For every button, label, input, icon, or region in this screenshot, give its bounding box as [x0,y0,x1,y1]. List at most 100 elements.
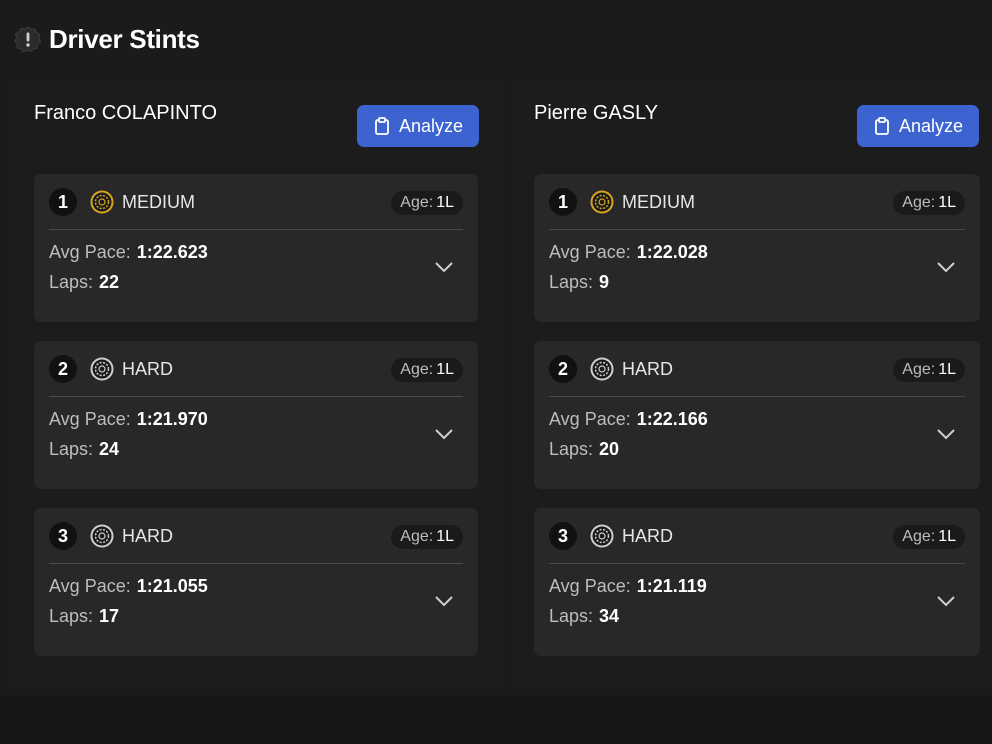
page-title: Driver Stints [49,23,200,54]
chevron-down-icon[interactable] [936,427,956,441]
stint-card: 1 MEDIUM Age: 1L Avg Pace: 1:22.623 Laps:… [34,174,478,322]
age-value: 1L [938,361,956,378]
stint-number-badge: 2 [549,355,577,383]
driver-panel-colapinto: Franco COLAPINTO Analyze 1 MEDIUM Age: 1… [14,86,500,688]
analyze-button[interactable]: Analyze [857,105,979,147]
avg-pace-label: Avg Pace: [549,576,631,596]
avg-pace-label: Avg Pace: [49,242,131,262]
avg-pace-label: Avg Pace: [549,409,631,429]
laps-label: Laps: [49,272,94,292]
stint-number-badge: 3 [49,522,77,550]
analyze-label: Analyze [898,115,964,136]
laps-label: Laps: [49,439,94,459]
avg-pace-value: 1:21.055 [136,576,208,596]
laps-value: 17 [99,606,120,626]
tyre-age-badge: Age: 1L [391,525,463,549]
hard-tyre-icon [90,357,114,381]
age-label: Age: [400,528,434,545]
tyre-age-badge: Age: 1L [893,358,965,382]
medium-tyre-icon [90,190,114,214]
clipboard-icon [875,117,889,135]
driver-stints-page: Driver Stints Franco COLAPINTO Analyze 1… [0,0,992,744]
avg-pace-label: Avg Pace: [549,242,631,262]
avg-pace-row: Avg Pace: 1:21.055 [49,576,208,597]
avg-pace-label: Avg Pace: [49,576,131,596]
avg-pace-value: 1:22.028 [636,242,708,262]
age-label: Age: [400,194,434,211]
hard-tyre-icon [590,357,614,381]
laps-label: Laps: [549,272,594,292]
stint-card: 3 HARD Age: 1L Avg Pace: 1:21.055 Laps: 17 [34,508,478,656]
alert-badge-icon [14,26,42,53]
tyre-compound: HARD [122,526,174,546]
avg-pace-value: 1:21.119 [636,576,707,596]
laps-label: Laps: [49,606,94,626]
laps-row: Laps: 20 [549,439,619,460]
laps-label: Laps: [549,439,594,459]
age-label: Age: [902,361,936,378]
hard-tyre-icon [90,524,114,548]
stint-header: 3 HARD Age: 1L [549,522,965,564]
age-value: 1L [436,194,454,211]
driver-name: Pierre GASLY [534,102,659,124]
stint-number-badge: 3 [549,522,577,550]
tyre-age-badge: Age: 1L [893,525,965,549]
tyre-compound: MEDIUM [622,192,695,212]
tyre-age-badge: Age: 1L [391,191,463,215]
stint-card: 3 HARD Age: 1L Avg Pace: 1:21.119 Laps: 34 [534,508,980,656]
age-value: 1L [938,194,956,211]
chevron-down-icon[interactable] [936,260,956,274]
chevron-down-icon[interactable] [936,594,956,608]
laps-value: 9 [599,272,610,292]
tyre-compound: HARD [622,359,674,379]
avg-pace-row: Avg Pace: 1:22.166 [549,409,708,430]
avg-pace-value: 1:22.166 [636,409,708,429]
stint-card: 2 HARD Age: 1L Avg Pace: 1:22.166 Laps: 20 [534,341,980,489]
tyre-age-badge: Age: 1L [893,191,965,215]
laps-row: Laps: 24 [49,439,119,460]
laps-value: 24 [99,439,120,459]
chevron-down-icon[interactable] [434,427,454,441]
medium-tyre-icon [590,190,614,214]
laps-row: Laps: 9 [549,272,609,293]
stint-header: 3 HARD Age: 1L [49,522,463,564]
avg-pace-row: Avg Pace: 1:21.970 [49,409,208,430]
page-header: Driver Stints [14,22,200,56]
avg-pace-label: Avg Pace: [49,409,131,429]
avg-pace-value: 1:22.623 [136,242,208,262]
chevron-down-icon[interactable] [434,260,454,274]
laps-value: 20 [599,439,620,459]
laps-value: 34 [599,606,620,626]
age-label: Age: [902,194,936,211]
stint-number-badge: 2 [49,355,77,383]
stint-card: 1 MEDIUM Age: 1L Avg Pace: 1:22.028 Laps:… [534,174,980,322]
laps-row: Laps: 34 [549,606,619,627]
age-label: Age: [400,361,434,378]
driver-panel-gasly: Pierre GASLY Analyze 1 MEDIUM Age: 1L Av… [512,86,992,688]
stint-number-badge: 1 [49,188,77,216]
laps-value: 22 [99,272,120,292]
tyre-compound: MEDIUM [122,192,195,212]
stint-header: 2 HARD Age: 1L [49,355,463,397]
footer-strip [0,696,992,744]
stint-header: 1 MEDIUM Age: 1L [49,188,463,230]
stint-number-badge: 1 [549,188,577,216]
laps-row: Laps: 22 [49,272,119,293]
clipboard-icon [375,117,389,135]
avg-pace-row: Avg Pace: 1:22.623 [49,242,208,263]
driver-name: Franco COLAPINTO [34,102,218,124]
laps-row: Laps: 17 [49,606,119,627]
stint-header: 1 MEDIUM Age: 1L [549,188,965,230]
age-label: Age: [902,528,936,545]
age-value: 1L [436,361,454,378]
tyre-compound: HARD [122,359,174,379]
age-value: 1L [436,528,454,545]
stint-card: 2 HARD Age: 1L Avg Pace: 1:21.970 Laps: 24 [34,341,478,489]
stint-header: 2 HARD Age: 1L [549,355,965,397]
analyze-button[interactable]: Analyze [357,105,479,147]
avg-pace-value: 1:21.970 [136,409,208,429]
avg-pace-row: Avg Pace: 1:22.028 [549,242,708,263]
avg-pace-row: Avg Pace: 1:21.119 [549,576,707,597]
chevron-down-icon[interactable] [434,594,454,608]
laps-label: Laps: [549,606,594,626]
